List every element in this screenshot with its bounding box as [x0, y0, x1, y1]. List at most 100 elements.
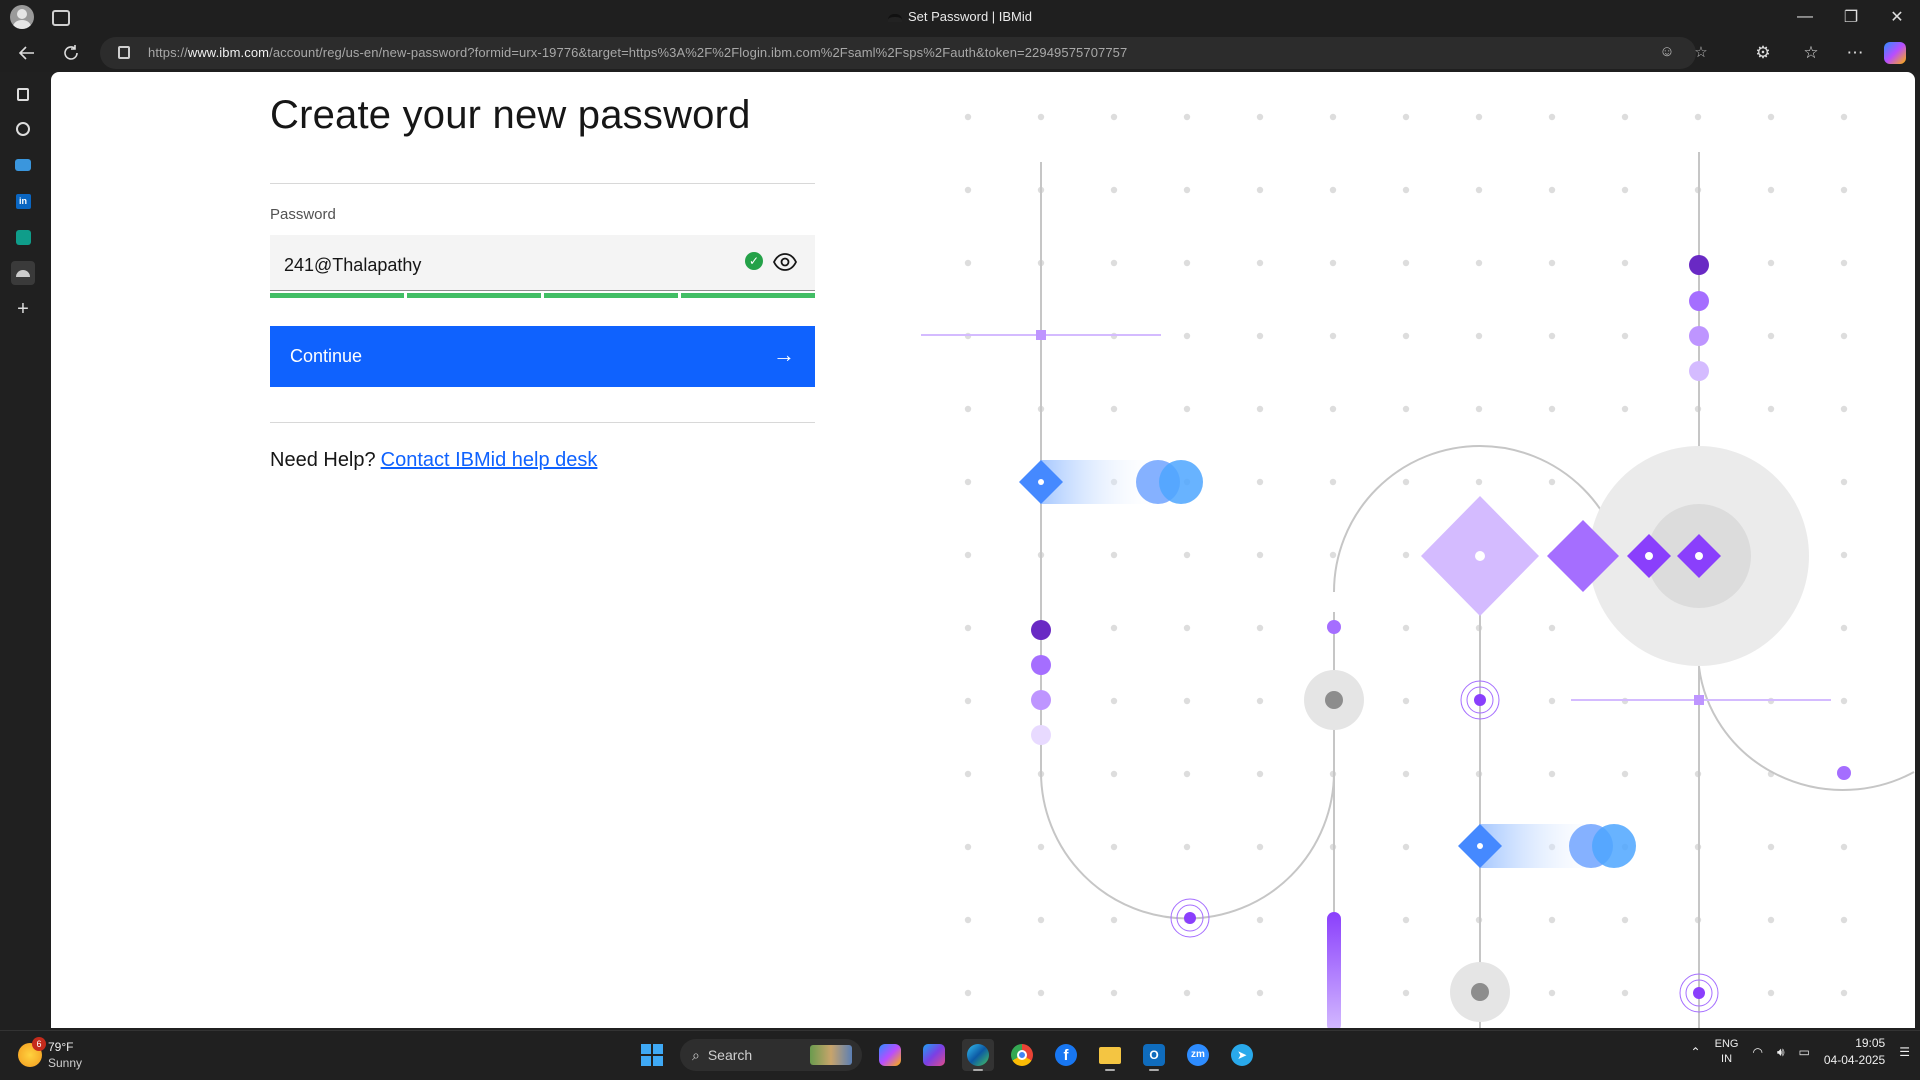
grid-dot [1621, 697, 1629, 705]
grid-dot [1694, 332, 1702, 340]
grid-dot [1329, 551, 1337, 559]
site-info-icon[interactable] [118, 46, 130, 59]
grid-dot [1767, 770, 1775, 778]
outlook-icon[interactable]: O [1138, 1039, 1170, 1071]
grid-dot [1110, 916, 1118, 924]
grid-dot [1621, 770, 1629, 778]
favorite-star-icon[interactable]: ☆ [1691, 43, 1711, 63]
clock[interactable]: 19:05 04-04-2025 [1824, 1035, 1885, 1069]
blue-circle-1 [1136, 460, 1180, 504]
grid-dot [1183, 843, 1191, 851]
grid-dot [1037, 478, 1045, 486]
telegram-icon[interactable]: ➤ [1226, 1039, 1258, 1071]
grid-dot [1037, 259, 1045, 267]
grid-dot [1110, 478, 1118, 486]
m365-icon[interactable] [918, 1039, 950, 1071]
grid-dot [1402, 478, 1410, 486]
outlook-side-icon[interactable] [11, 153, 35, 177]
tab-actions-icon[interactable] [11, 82, 35, 106]
url-text[interactable]: https://www.ibm.com/account/reg/us-en/ne… [148, 45, 1127, 60]
grid-dot [1329, 332, 1337, 340]
gray-node-2 [1450, 962, 1510, 1022]
grid-dot [964, 478, 972, 486]
start-button[interactable] [636, 1039, 668, 1071]
chrome-icon[interactable] [1006, 1039, 1038, 1071]
minimize-button[interactable]: — [1782, 0, 1828, 34]
grid-dot [1767, 843, 1775, 851]
blue-diamond-1 [1019, 460, 1063, 504]
grid-dot [1548, 989, 1556, 997]
copilot-button[interactable] [1882, 40, 1908, 66]
target-core-2 [1184, 912, 1196, 924]
password-value[interactable]: 241@Thalapathy [284, 255, 421, 276]
back-arrow-icon [18, 46, 34, 60]
grid-dot [1402, 697, 1410, 705]
zoom-icon[interactable]: zm [1182, 1039, 1214, 1071]
grid-dot [1402, 332, 1410, 340]
grid-dot [1767, 259, 1775, 267]
grid-dot [1183, 186, 1191, 194]
wifi-icon[interactable]: ◠ [1752, 1045, 1762, 1059]
blue-diamond-2 [1458, 824, 1502, 868]
taskbar-search[interactable]: ⌕ Search [680, 1039, 862, 1071]
grid-dot [1256, 697, 1264, 705]
extensions-icon[interactable]: ⚙ [1750, 40, 1776, 66]
password-input[interactable]: 241@Thalapathy ✓ [270, 235, 815, 291]
weather-widget[interactable]: 6 79°F Sunny [18, 1037, 82, 1071]
volume-icon[interactable]: 🔊︎ [1777, 1045, 1785, 1060]
grid-dot [1256, 113, 1264, 121]
grid-dot [1110, 770, 1118, 778]
add-icon[interactable]: + [11, 297, 35, 321]
show-password-eye-icon[interactable] [773, 253, 797, 271]
grid-dot [1402, 916, 1410, 924]
edge-taskbar-icon[interactable] [962, 1039, 994, 1071]
grid-dot [1767, 697, 1775, 705]
grid-dot [1183, 551, 1191, 559]
facebook-icon[interactable]: f [1050, 1039, 1082, 1071]
grid-dot [1840, 697, 1848, 705]
page-viewport: Create your new password Password 241@Th… [51, 72, 1915, 1028]
grid-dot [1475, 989, 1483, 997]
grid-dot [1548, 624, 1556, 632]
more-menu-icon[interactable]: ⋯ [1842, 40, 1868, 66]
grid-dot [1329, 113, 1337, 121]
reading-mode-icon[interactable]: ☺ [1657, 43, 1677, 63]
grid-dot [964, 624, 972, 632]
system-tray: ⌃ ENG IN ◠ 🔊︎ ▭ 19:05 04-04-2025 ☰ [1691, 1035, 1910, 1069]
continue-button[interactable]: Continue → [270, 326, 815, 387]
browser-sidebar: in + [0, 72, 46, 1030]
refresh-button[interactable] [56, 38, 86, 68]
grid-dot [1548, 770, 1556, 778]
grid-dot [1183, 405, 1191, 413]
back-button[interactable] [12, 38, 42, 68]
battery-icon[interactable]: ▭ [1799, 1045, 1810, 1059]
close-window-button[interactable]: ✕ [1874, 0, 1920, 34]
grid-dot [1329, 697, 1337, 705]
linkedin-icon[interactable]: in [11, 189, 35, 213]
tab-favicon-icon [887, 13, 902, 22]
grid-dot [1037, 624, 1045, 632]
navigation-bar: https://www.ibm.com/account/reg/us-en/ne… [0, 34, 1920, 72]
learning-icon[interactable] [11, 225, 35, 249]
search-placeholder: Search [707, 1047, 753, 1063]
restore-button[interactable]: ❐ [1828, 0, 1874, 34]
stack-dot-3 [1031, 690, 1051, 710]
copilot-taskbar-icon[interactable] [874, 1039, 906, 1071]
ibm-tab-icon[interactable] [11, 261, 35, 285]
grid-dot [1329, 259, 1337, 267]
chevron-up-icon[interactable]: ⌃ [1691, 1045, 1701, 1059]
help-desk-link[interactable]: Contact IBMid help desk [381, 449, 598, 471]
favorites-icon[interactable]: ☆ [1798, 40, 1824, 66]
grid-dot [1037, 186, 1045, 194]
language-indicator[interactable]: ENG IN [1715, 1037, 1739, 1067]
grid-dot [1694, 113, 1702, 121]
grid-dot [1475, 113, 1483, 121]
file-explorer-icon[interactable] [1094, 1039, 1126, 1071]
grid-dot [1475, 186, 1483, 194]
address-bar[interactable]: https://www.ibm.com/account/reg/us-en/ne… [100, 37, 1708, 69]
grid-dot [1548, 697, 1556, 705]
purple-dot-2 [1837, 766, 1851, 780]
grid-dot [1329, 916, 1337, 924]
notification-icon[interactable]: ☰ [1899, 1045, 1910, 1059]
chatgpt-icon[interactable] [11, 117, 35, 141]
